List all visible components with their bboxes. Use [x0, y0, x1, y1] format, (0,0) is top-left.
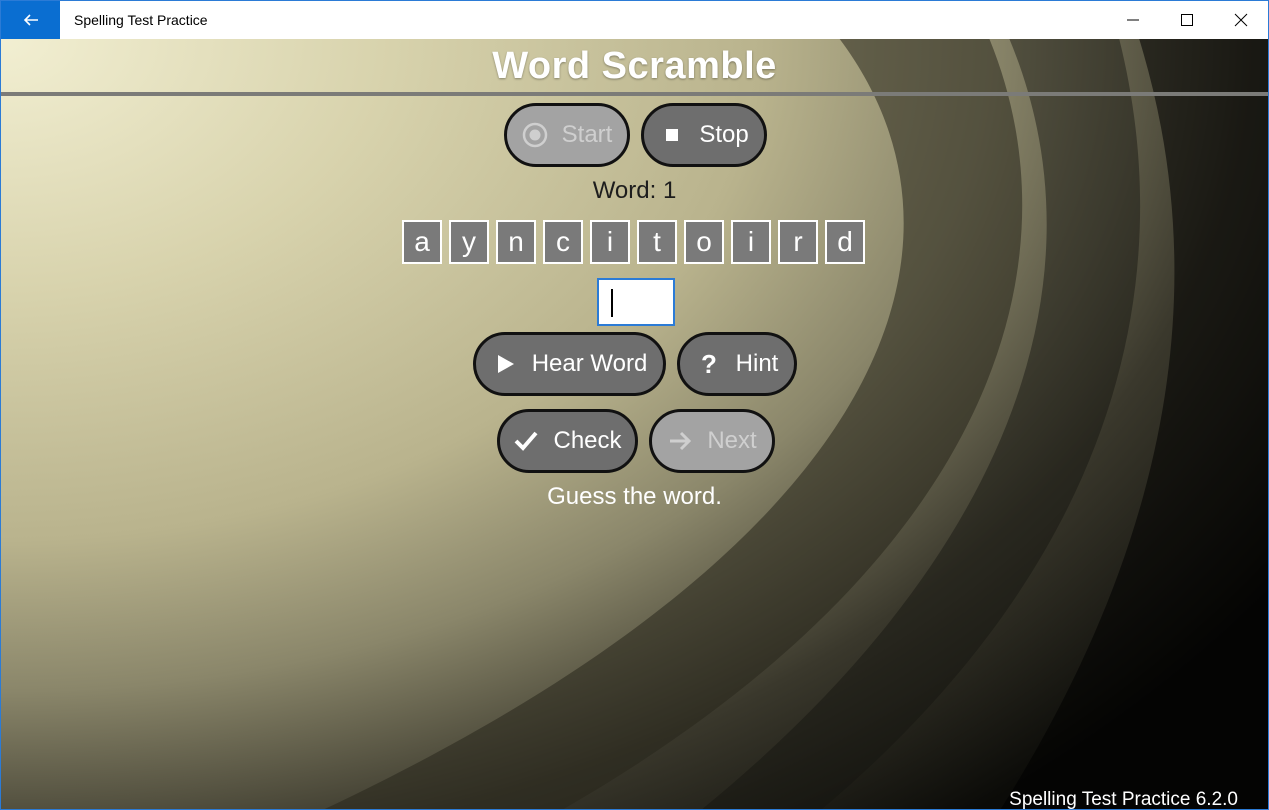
letter-tile[interactable]: t: [637, 220, 677, 264]
next-label: Next: [707, 427, 757, 454]
letter-tile[interactable]: a: [402, 220, 442, 264]
question-icon: ?: [701, 351, 717, 377]
close-icon: [1234, 13, 1248, 27]
maximize-button[interactable]: [1160, 1, 1214, 39]
check-button[interactable]: Check: [497, 409, 638, 473]
app-title: Spelling Test Practice: [74, 12, 208, 28]
letter-tile[interactable]: r: [778, 220, 818, 264]
letter-tile[interactable]: d: [825, 220, 865, 264]
status-message: Guess the word.: [547, 483, 722, 510]
letter-tile[interactable]: o: [684, 220, 724, 264]
back-button[interactable]: [1, 1, 60, 39]
stop-button[interactable]: Stop: [641, 103, 767, 167]
app-window: Spelling Test Practice Word Scramble Sta…: [0, 0, 1269, 810]
start-button[interactable]: Start: [504, 103, 630, 167]
hear-word-button[interactable]: Hear Word: [473, 332, 666, 396]
minimize-button[interactable]: [1106, 1, 1160, 39]
page-title: Word Scramble: [492, 45, 777, 87]
version-label: Spelling Test Practice 6.2.0: [1009, 789, 1238, 810]
start-label: Start: [561, 121, 613, 148]
stop-icon: [666, 129, 679, 141]
title-bar: Spelling Test Practice: [1, 1, 1268, 39]
checkmark-icon: [515, 431, 538, 451]
arrow-left-icon: [23, 14, 38, 26]
check-label: Check: [553, 427, 622, 454]
answer-input[interactable]: [597, 278, 675, 326]
svg-text:?: ?: [701, 351, 717, 377]
hear-word-label: Hear Word: [531, 350, 648, 377]
header-divider: [1, 92, 1268, 96]
window-controls: [1106, 1, 1268, 39]
stop-label: Stop: [699, 121, 749, 148]
maximize-icon: [1181, 14, 1193, 26]
letter-tile[interactable]: c: [543, 220, 583, 264]
scrambled-letters: ayncitoird: [402, 220, 865, 264]
main-content: Word Scramble Start Stop Word: 1 ayncito…: [1, 39, 1268, 810]
close-button[interactable]: [1214, 1, 1268, 39]
letter-tile[interactable]: y: [449, 220, 489, 264]
hint-button[interactable]: ? Hint: [677, 332, 797, 396]
arrow-right-icon: [670, 431, 692, 451]
record-icon: [522, 122, 547, 148]
play-icon: [497, 355, 514, 373]
hint-label: Hint: [735, 350, 779, 377]
letter-tile[interactable]: i: [731, 220, 771, 264]
text-caret: [611, 289, 613, 317]
word-number: Word: 1: [592, 177, 677, 204]
letter-tile[interactable]: i: [590, 220, 630, 264]
letter-tile[interactable]: n: [496, 220, 536, 264]
background-art: [324, 39, 1268, 809]
next-button[interactable]: Next: [649, 409, 775, 473]
minimize-icon: [1127, 19, 1139, 21]
